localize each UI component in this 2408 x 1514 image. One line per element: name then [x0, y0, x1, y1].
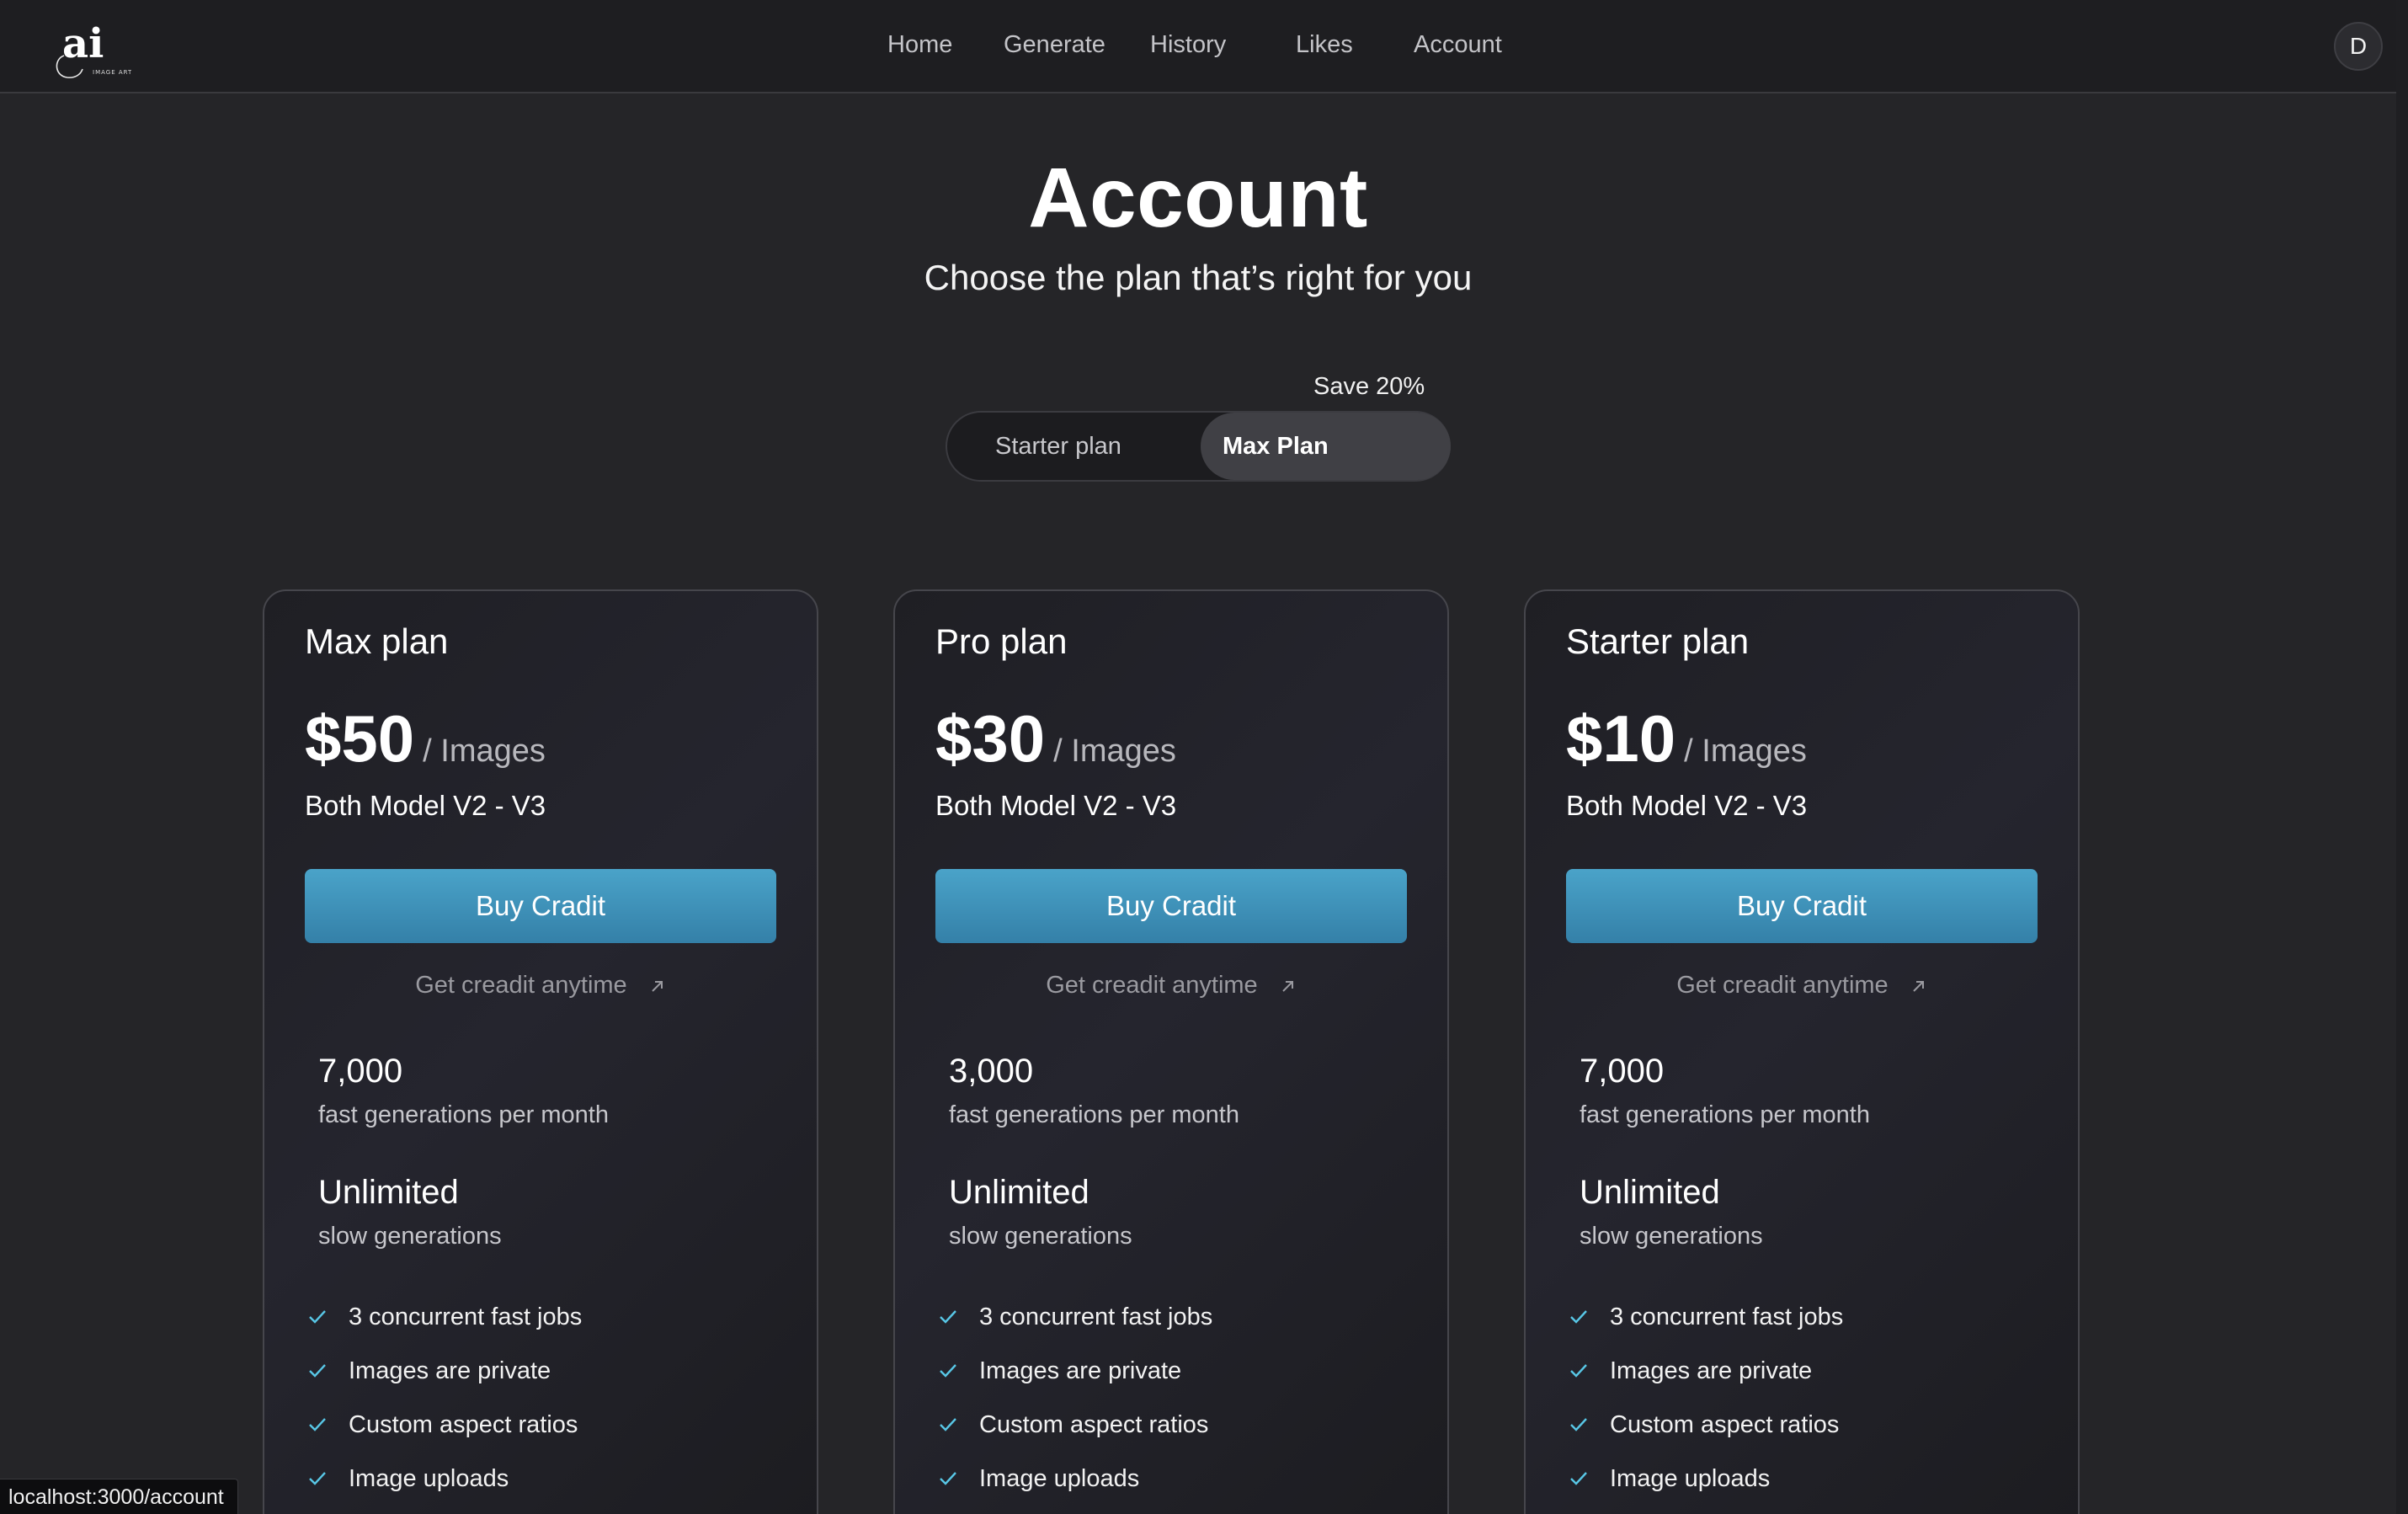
user-avatar[interactable]: D [2334, 22, 2383, 71]
buy-credit-button[interactable]: Buy Cradit [935, 869, 1407, 943]
feature-item: 3 concurrent fast jobs [939, 1300, 1212, 1334]
fast-generations-label: fast generations per month [318, 1101, 609, 1128]
price-amount: $50 [305, 701, 415, 776]
plan-card-max: Max plan $50/ Images Both Model V2 - V3 … [263, 589, 818, 1514]
toggle-starter-plan[interactable]: Starter plan [995, 413, 1121, 480]
feature-item: Images are private [1569, 1354, 1812, 1388]
feature-item: 3 concurrent fast jobs [1569, 1300, 1843, 1334]
plan-name: Starter plan [1566, 621, 1750, 661]
get-credit-link[interactable]: Get creadit anytime [264, 972, 817, 1000]
feature-label: Images are private [979, 1357, 1182, 1384]
account-page: ai IMAGE ART Home Generate History Likes… [0, 0, 2408, 1514]
fast-generations-label: fast generations per month [949, 1101, 1239, 1128]
price-amount: $10 [1566, 701, 1676, 776]
check-icon [1570, 1310, 1587, 1324]
nav-account[interactable]: Account [1414, 31, 1502, 59]
plan-model: Both Model V2 - V3 [305, 790, 546, 821]
price-unit: / Images [423, 733, 546, 769]
plan-price: $30/ Images [935, 701, 1176, 777]
feature-label: 3 concurrent fast jobs [1610, 1303, 1844, 1330]
feature-label: Image uploads [1610, 1464, 1771, 1492]
feature-item: Image uploads [1569, 1462, 1770, 1495]
feature-item: Custom aspect ratios [1569, 1408, 1839, 1442]
feature-item: Image uploads [939, 1462, 1139, 1495]
fast-generations-value: 7,000 [318, 1053, 403, 1090]
feature-item: 3 concurrent fast jobs [308, 1300, 582, 1334]
save-badge: Save 20% [1313, 373, 1425, 400]
feature-label: 3 concurrent fast jobs [979, 1303, 1213, 1330]
buy-credit-button[interactable]: Buy Cradit [1566, 869, 2038, 943]
nav-home[interactable]: Home [887, 31, 952, 59]
slow-generations-value: Unlimited [949, 1174, 1089, 1211]
plan-model: Both Model V2 - V3 [1566, 790, 1808, 821]
slow-generations-value: Unlimited [318, 1174, 459, 1211]
external-arrow-icon [652, 981, 663, 993]
check-icon [309, 1364, 326, 1378]
nav-likes[interactable]: Likes [1296, 31, 1353, 59]
get-credit-link[interactable]: Get creadit anytime [1526, 972, 2078, 1000]
feature-label: Images are private [349, 1357, 551, 1384]
plan-name: Max plan [305, 621, 449, 661]
check-icon [940, 1310, 956, 1324]
check-icon [940, 1364, 956, 1378]
plan-model: Both Model V2 - V3 [935, 790, 1177, 821]
nav-generate[interactable]: Generate [1004, 31, 1105, 59]
nav-history[interactable]: History [1150, 31, 1226, 59]
feature-item: Image uploads [308, 1462, 509, 1495]
feature-label: Image uploads [979, 1464, 1140, 1492]
feature-label: Custom aspect ratios [1610, 1410, 1840, 1438]
feature-item: Images are private [308, 1354, 551, 1388]
price-amount: $30 [935, 701, 1046, 776]
scrollbar[interactable] [2396, 0, 2408, 1514]
get-credit-label: Get creadit anytime [1676, 972, 1889, 999]
feature-item: Custom aspect ratios [308, 1408, 578, 1442]
feature-label: 3 concurrent fast jobs [349, 1303, 583, 1330]
page-subtitle: Choose the plan that’s right for you [924, 258, 1473, 297]
get-credit-label: Get creadit anytime [415, 972, 627, 999]
slow-generations-label: slow generations [318, 1223, 502, 1250]
check-icon [309, 1472, 326, 1485]
price-unit: / Images [1053, 733, 1176, 769]
main-nav: Home Generate History Likes Account [0, 0, 2408, 93]
plan-name: Pro plan [935, 621, 1068, 661]
feature-label: Custom aspect ratios [349, 1410, 578, 1438]
price-unit: / Images [1684, 733, 1807, 769]
plan-toggle[interactable]: Starter plan Max Plan [946, 411, 1451, 482]
slow-generations-label: slow generations [1580, 1223, 1763, 1250]
fast-generations-label: fast generations per month [1580, 1101, 1870, 1128]
buy-credit-button[interactable]: Buy Cradit [305, 869, 776, 943]
check-icon [940, 1472, 956, 1485]
slow-generations-label: slow generations [949, 1223, 1132, 1250]
toggle-max-plan[interactable]: Max Plan [1223, 413, 1329, 480]
external-arrow-icon [1282, 981, 1293, 993]
check-icon [309, 1310, 326, 1324]
feature-label: Image uploads [349, 1464, 509, 1492]
feature-label: Custom aspect ratios [979, 1410, 1209, 1438]
check-icon [1570, 1472, 1587, 1485]
fast-generations-value: 3,000 [949, 1053, 1034, 1090]
status-url-bar: localhost:3000/account [0, 1479, 238, 1514]
plan-card-starter: Starter plan $10/ Images Both Model V2 -… [1524, 589, 2080, 1514]
slow-generations-value: Unlimited [1580, 1174, 1720, 1211]
get-credit-link[interactable]: Get creadit anytime [895, 972, 1447, 1000]
feature-item: Images are private [939, 1354, 1181, 1388]
get-credit-label: Get creadit anytime [1046, 972, 1258, 999]
plan-card-pro: Pro plan $30/ Images Both Model V2 - V3 … [893, 589, 1449, 1514]
external-arrow-icon [1913, 981, 1924, 993]
check-icon [1570, 1364, 1587, 1378]
check-icon [1570, 1418, 1587, 1431]
fast-generations-value: 7,000 [1580, 1053, 1665, 1090]
feature-item: Custom aspect ratios [939, 1408, 1208, 1442]
plan-price: $10/ Images [1566, 701, 1807, 777]
plan-price: $50/ Images [305, 701, 546, 777]
check-icon [309, 1418, 326, 1431]
check-icon [940, 1418, 956, 1431]
feature-label: Images are private [1610, 1357, 1813, 1384]
top-navbar: ai IMAGE ART Home Generate History Likes… [0, 0, 2408, 93]
page-title: Account [1028, 151, 1368, 245]
